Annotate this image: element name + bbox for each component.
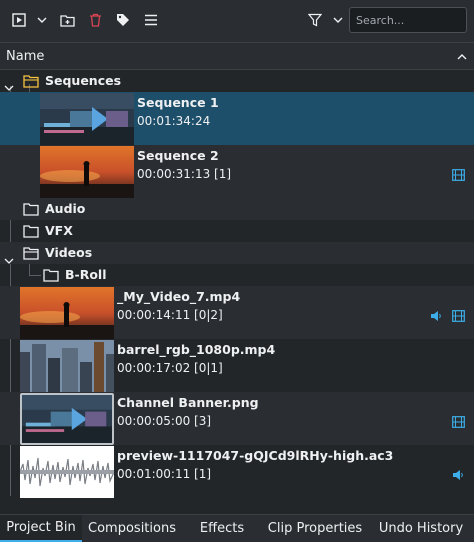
clip-duration: 00:00:14:11 [0|2] xyxy=(117,308,223,322)
clip-thumbnail xyxy=(20,287,114,339)
clip-row-channel-banner[interactable]: Channel Banner.png 00:00:05:00 [3] xyxy=(0,392,474,445)
clip-name: _My_Video_7.mp4 xyxy=(117,289,241,304)
clip-duration: 00:00:17:02 [0|1] xyxy=(117,361,223,375)
clip-thumbnail xyxy=(20,340,114,392)
tab-effects[interactable]: Effects xyxy=(182,515,262,542)
clip-name: preview-1117047-gQJCd9lRHy-high.ac3 xyxy=(117,448,394,463)
clip-name: barrel_rgb_1080p.mp4 xyxy=(117,342,276,357)
folder-row-b-roll[interactable]: B-Roll xyxy=(0,264,474,286)
chevron-down-icon[interactable] xyxy=(329,9,347,31)
tab-compositions[interactable]: Compositions xyxy=(82,515,182,542)
tab-undo-history[interactable]: Undo History xyxy=(368,515,474,542)
folder-label: B-Roll xyxy=(65,267,107,282)
clip-duration: 00:01:34:24 xyxy=(137,114,211,128)
sequence-thumbnail xyxy=(40,93,134,145)
clip-row-barrel-rgb[interactable]: barrel_rgb_1080p.mp4 00:00:17:02 [0|1] xyxy=(0,339,474,392)
clip-duration: 00:01:00:11 [1] xyxy=(117,467,212,481)
tab-clip-properties[interactable]: Clip Properties xyxy=(262,515,368,542)
chevron-down-icon[interactable] xyxy=(33,9,51,31)
add-folder-icon[interactable] xyxy=(56,9,78,31)
clip-duration: 00:00:05:00 [3] xyxy=(117,414,212,428)
filter-icon[interactable] xyxy=(304,9,326,31)
tag-icon[interactable] xyxy=(112,9,134,31)
folder-row-audio[interactable]: Audio xyxy=(0,198,474,220)
trash-icon[interactable] xyxy=(84,9,106,31)
folder-icon xyxy=(43,267,59,286)
clip-name: Sequence 2 xyxy=(137,148,219,163)
audio-icon xyxy=(452,466,464,485)
folder-label: Sequences xyxy=(45,73,122,88)
hamburger-menu-icon[interactable] xyxy=(140,9,162,31)
folder-icon xyxy=(23,201,39,220)
tree-guide-line xyxy=(29,275,41,276)
video-icon xyxy=(452,307,465,326)
audio-icon xyxy=(430,307,442,326)
search-input[interactable] xyxy=(349,7,467,33)
play-menu-icon[interactable] xyxy=(8,9,30,31)
column-header-name: Name xyxy=(6,49,45,64)
folder-label: Audio xyxy=(45,201,86,216)
dock-tab-bar: Project Bin Compositions Effects Clip Pr… xyxy=(0,514,474,542)
clip-row-preview-ac3[interactable]: preview-1117047-gQJCd9lRHy-high.ac3 00:0… xyxy=(0,445,474,498)
folder-row-sequences[interactable]: Sequences xyxy=(0,70,474,92)
clip-duration: 00:00:31:13 [1] xyxy=(137,167,232,181)
clip-row-sequence-1[interactable]: Sequence 1 00:01:34:24 xyxy=(0,92,474,145)
sequence-thumbnail xyxy=(40,146,134,198)
folder-icon xyxy=(23,223,39,242)
folder-label: Videos xyxy=(45,245,93,260)
clip-name: Channel Banner.png xyxy=(117,395,259,410)
video-icon xyxy=(452,166,465,185)
project-bin-tree[interactable]: Sequences Sequence 1 00:01:34:24 Sequenc… xyxy=(0,70,474,514)
folder-row-videos[interactable]: Videos xyxy=(0,242,474,264)
folder-open-icon xyxy=(23,73,39,92)
video-icon xyxy=(452,413,465,432)
clip-row-my-video-7[interactable]: _My_Video_7.mp4 00:00:14:11 [0|2] xyxy=(0,286,474,339)
folder-open-icon xyxy=(23,245,39,264)
clip-name: Sequence 1 xyxy=(137,95,219,110)
column-header[interactable]: Name xyxy=(0,42,474,70)
waveform-thumbnail xyxy=(20,446,114,498)
bin-toolbar xyxy=(0,0,474,42)
tree-guide-line xyxy=(29,264,30,275)
clip-thumbnail xyxy=(20,393,114,445)
clip-row-sequence-2[interactable]: Sequence 2 00:00:31:13 [1] xyxy=(0,145,474,198)
folder-label: VFX xyxy=(45,223,73,238)
sort-ascending-icon[interactable] xyxy=(456,48,468,67)
folder-row-vfx[interactable]: VFX xyxy=(0,220,474,242)
tab-project-bin[interactable]: Project Bin xyxy=(0,515,82,542)
